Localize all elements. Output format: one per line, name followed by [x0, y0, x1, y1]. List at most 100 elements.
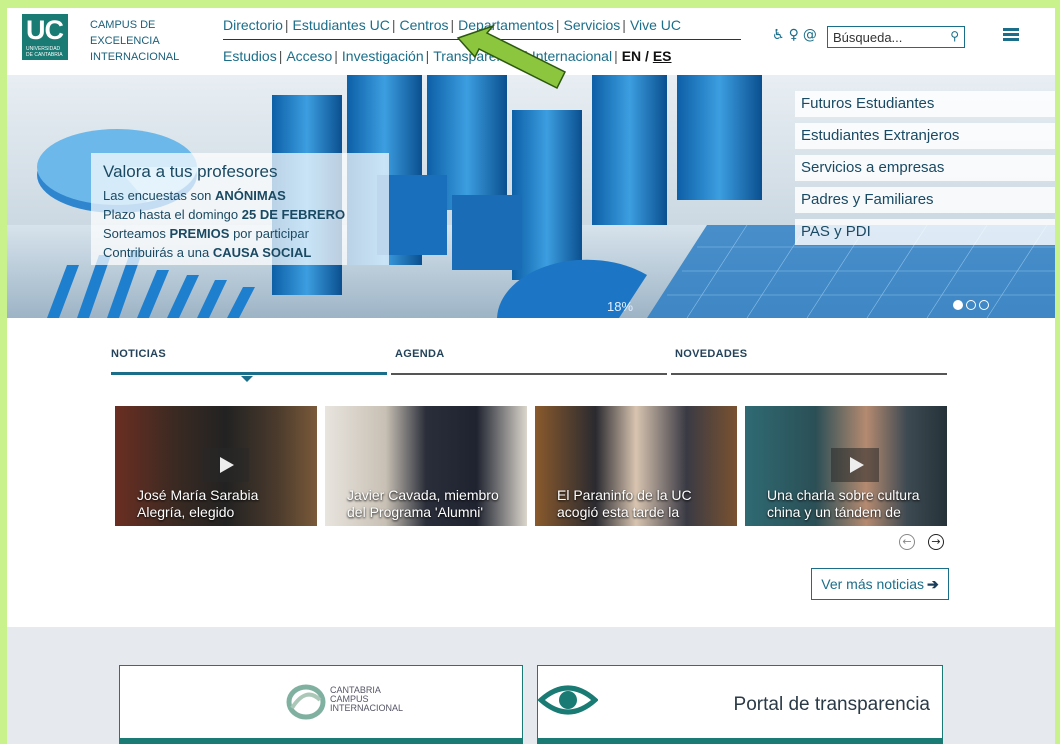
promo-line: Las encuestas son ANÓNIMAS	[103, 188, 286, 203]
footer-banners: CANTABRIA CAMPUS INTERNACIONAL Portal de…	[7, 627, 1055, 744]
tab-underline	[111, 372, 387, 375]
news-card[interactable]: José María Sarabia Alegría, elegido	[115, 406, 317, 526]
promo-title: Valora a tus profesores	[103, 162, 278, 181]
uc-logo[interactable]: UC UNIVERSIDAD DE CANTABRIA	[22, 14, 68, 60]
news-caption: El Paraninfo de la UC acogió esta tarde …	[557, 487, 692, 520]
banner-stripe	[538, 738, 942, 744]
logo-text: UC	[26, 15, 64, 45]
primary-nav: Directorio | Estudiantes UC | Centros | Depart…	[223, 16, 681, 34]
content-tabs: NOTICIAS AGENDA NOVEDADES	[111, 347, 947, 382]
transparency-label: Portal de transparencia	[733, 694, 930, 715]
nav-separator: |	[284, 17, 289, 33]
nav-separator: |	[391, 17, 396, 33]
eye-icon	[538, 685, 598, 715]
tab-underline	[391, 373, 667, 375]
campus-line: CAMPUS DE	[90, 19, 156, 31]
play-icon[interactable]	[201, 448, 249, 482]
nav-estudios[interactable]: Estudios	[223, 48, 277, 64]
page: UC UNIVERSIDAD DE CANTABRIA CAMPUS DE EX…	[7, 8, 1055, 744]
campus-excelencia-label[interactable]: CAMPUS DE EXCELENCIA INTERNACIONAL	[90, 17, 210, 65]
lang-separator: /	[645, 48, 649, 64]
news-carousel-arrows: ← →	[899, 532, 957, 550]
nav-estudiantes-uc[interactable]: Estudiantes UC	[293, 17, 390, 33]
promo-line: Plazo hasta el domingo 25 DE FEBRERO	[103, 207, 346, 222]
nav-separator: |	[334, 48, 338, 64]
carousel-dot[interactable]	[979, 300, 989, 310]
search-input[interactable]	[828, 27, 938, 47]
tab-label: NOVEDADES	[675, 348, 748, 360]
link-padres-familiares[interactable]: Padres y Familiares	[795, 187, 1055, 213]
prev-arrow-icon[interactable]: ←	[899, 534, 915, 550]
link-servicios-empresas[interactable]: Servicios a empresas	[795, 155, 1055, 181]
tab-agenda[interactable]: AGENDA	[391, 347, 667, 375]
cci-text: CANTABRIA CAMPUS INTERNACIONAL	[330, 685, 404, 713]
news-caption: Javier Cavada, miembro del Programa 'Alu…	[347, 487, 499, 520]
at-sign-icon[interactable]: @	[803, 27, 817, 43]
nav-investigacion[interactable]: Investigación	[342, 48, 424, 64]
secondary-nav: Estudios | Acceso | Investigación | Transparen…	[223, 47, 672, 65]
search-icon[interactable]: ⚲	[950, 29, 959, 43]
nav-separator: |	[622, 17, 626, 33]
news-caption: Una charla sobre cultura china y un tánd…	[767, 487, 920, 520]
nav-directorio[interactable]: Directorio	[223, 17, 283, 33]
nav-separator: |	[614, 48, 618, 64]
carousel-dot[interactable]	[966, 300, 976, 310]
survey-promo-box[interactable]: Valora a tus profesores Las encuestas so…	[91, 153, 389, 265]
nav-transparencia[interactable]: Transparencia	[433, 48, 522, 64]
cci-logo: CANTABRIA CAMPUS INTERNACIONAL	[286, 682, 403, 727]
link-estudiantes-extranjeros[interactable]: Estudiantes Extranjeros	[795, 123, 1055, 149]
play-icon[interactable]	[831, 448, 879, 482]
nav-separator: |	[524, 48, 528, 64]
promo-line: Sorteamos PREMIOS por participar	[103, 226, 309, 241]
nav-centros[interactable]: Centros	[399, 17, 448, 33]
banner-stripe	[120, 738, 522, 744]
tab-active-caret	[241, 376, 253, 382]
tab-noticias[interactable]: NOTICIAS	[111, 347, 387, 382]
utility-icons: ♿ ♀ @	[772, 27, 821, 43]
lightbulb-icon[interactable]: ♀	[789, 27, 799, 43]
transparency-portal-banner[interactable]: Portal de transparencia	[537, 665, 943, 744]
nav-departamentos[interactable]: Departamentos	[458, 17, 554, 33]
ver-mas-noticias-button[interactable]: Ver más noticias ➔	[811, 568, 949, 600]
nav-divider	[223, 39, 741, 40]
button-label: Ver más noticias	[821, 576, 924, 592]
arrow-right-icon: ➔	[926, 576, 939, 592]
lang-en[interactable]: EN	[622, 48, 641, 64]
carousel-dot[interactable]	[953, 300, 963, 310]
nav-servicios[interactable]: Servicios	[564, 17, 621, 33]
nav-acceso[interactable]: Acceso	[286, 48, 332, 64]
tab-novedades[interactable]: NOVEDADES	[671, 347, 947, 375]
nav-separator: |	[450, 17, 455, 33]
menu-icon[interactable]	[1003, 28, 1019, 41]
tab-label: AGENDA	[395, 348, 445, 360]
cci-swirl-icon	[286, 684, 326, 720]
lang-es[interactable]: ES	[653, 48, 672, 64]
promo-line: Contribuirás a una CAUSA SOCIAL	[103, 245, 312, 260]
carousel-dots	[953, 297, 992, 315]
news-card[interactable]: Javier Cavada, miembro del Programa 'Alu…	[325, 406, 527, 526]
link-futuros-estudiantes[interactable]: Futuros Estudiantes	[795, 91, 1055, 117]
nav-internacional[interactable]: Internacional	[532, 48, 612, 64]
search-box: ⚲	[827, 26, 965, 48]
nav-vive-uc[interactable]: Vive UC	[630, 17, 681, 33]
nav-separator: |	[555, 17, 560, 33]
next-arrow-icon[interactable]: →	[928, 534, 944, 550]
tab-underline	[671, 373, 947, 375]
hero-carousel[interactable]: 18% Valora a tus profesores Las encuesta…	[7, 75, 1055, 318]
site-header: UC UNIVERSIDAD DE CANTABRIA CAMPUS DE EX…	[7, 8, 1055, 72]
cantabria-campus-banner[interactable]: CANTABRIA CAMPUS INTERNACIONAL	[119, 665, 523, 744]
campus-line: INTERNACIONAL	[90, 51, 180, 63]
link-pas-pdi[interactable]: PAS y PDI	[795, 219, 1055, 245]
chart-percent-label: 18%	[607, 299, 633, 314]
audience-links: Futuros Estudiantes Estudiantes Extranje…	[795, 91, 1055, 251]
logo-subtext: UNIVERSIDAD DE CANTABRIA	[26, 46, 63, 58]
news-card[interactable]: El Paraninfo de la UC acogió esta tarde …	[535, 406, 737, 526]
news-carousel: José María Sarabia Alegría, elegido Javi…	[115, 406, 947, 526]
accessibility-icon[interactable]: ♿	[772, 27, 785, 43]
nav-separator: |	[278, 48, 283, 64]
news-card[interactable]: Una charla sobre cultura china y un tánd…	[745, 406, 947, 526]
language-switcher: EN / ES	[622, 48, 672, 64]
tab-label: NOTICIAS	[111, 348, 166, 360]
nav-separator: |	[425, 48, 430, 64]
campus-line: EXCELENCIA	[90, 35, 160, 47]
